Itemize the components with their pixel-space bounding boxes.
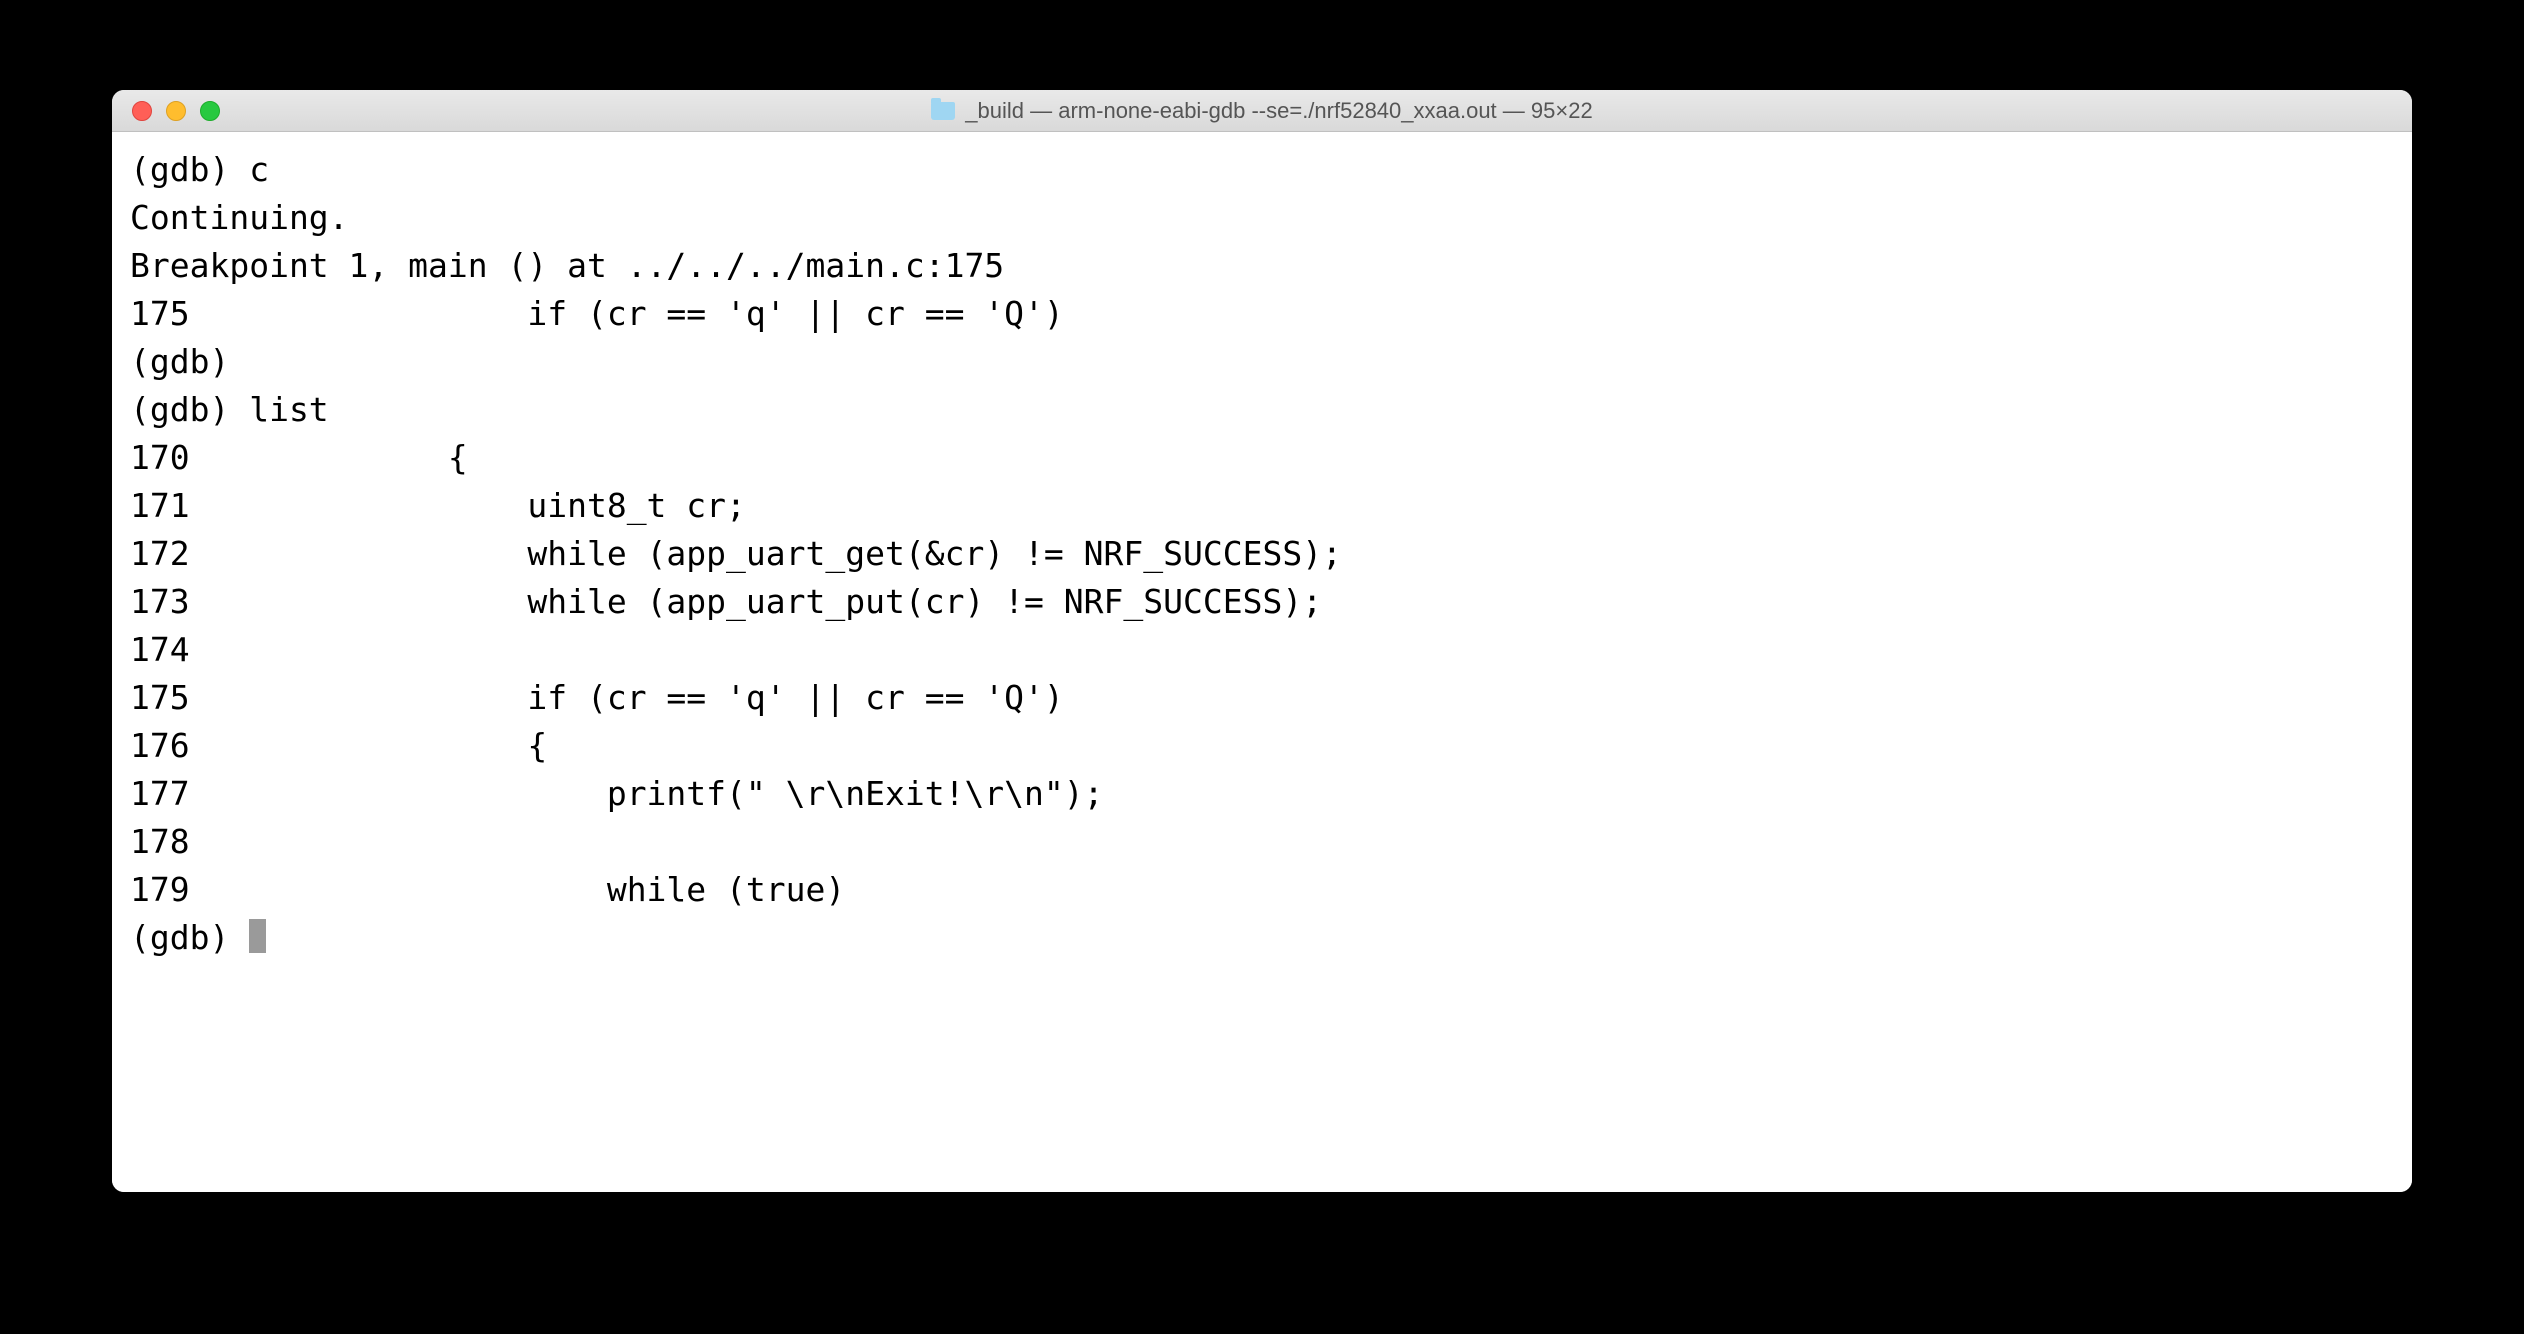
maximize-button[interactable] <box>200 101 220 121</box>
terminal-prompt: (gdb) <box>130 918 249 957</box>
cursor-icon <box>249 919 266 953</box>
terminal-line: (gdb) c <box>130 146 2394 194</box>
terminal-line: 179 while (true) <box>130 866 2394 914</box>
terminal-window: _build — arm-none-eabi-gdb --se=./nrf528… <box>112 90 2412 1192</box>
terminal-line: 177 printf(" \r\nExit!\r\n"); <box>130 770 2394 818</box>
folder-icon <box>931 102 955 120</box>
window-title: _build — arm-none-eabi-gdb --se=./nrf528… <box>112 98 2412 124</box>
terminal-line: Continuing. <box>130 194 2394 242</box>
terminal-prompt-line: (gdb) <box>130 914 2394 962</box>
terminal-line: 176 { <box>130 722 2394 770</box>
window-title-text: _build — arm-none-eabi-gdb --se=./nrf528… <box>965 98 1592 124</box>
traffic-lights <box>112 101 220 121</box>
terminal-line: 175 if (cr == 'q' || cr == 'Q') <box>130 674 2394 722</box>
terminal-output[interactable]: (gdb) cContinuing.Breakpoint 1, main () … <box>112 132 2412 1192</box>
terminal-line: Breakpoint 1, main () at ../../../main.c… <box>130 242 2394 290</box>
minimize-button[interactable] <box>166 101 186 121</box>
terminal-line: 173 while (app_uart_put(cr) != NRF_SUCCE… <box>130 578 2394 626</box>
close-button[interactable] <box>132 101 152 121</box>
titlebar: _build — arm-none-eabi-gdb --se=./nrf528… <box>112 90 2412 132</box>
terminal-line: (gdb) <box>130 338 2394 386</box>
terminal-line: (gdb) list <box>130 386 2394 434</box>
terminal-line: 170 { <box>130 434 2394 482</box>
terminal-line: 171 uint8_t cr; <box>130 482 2394 530</box>
terminal-line: 175 if (cr == 'q' || cr == 'Q') <box>130 290 2394 338</box>
terminal-line: 178 <box>130 818 2394 866</box>
terminal-line: 174 <box>130 626 2394 674</box>
terminal-line: 172 while (app_uart_get(&cr) != NRF_SUCC… <box>130 530 2394 578</box>
